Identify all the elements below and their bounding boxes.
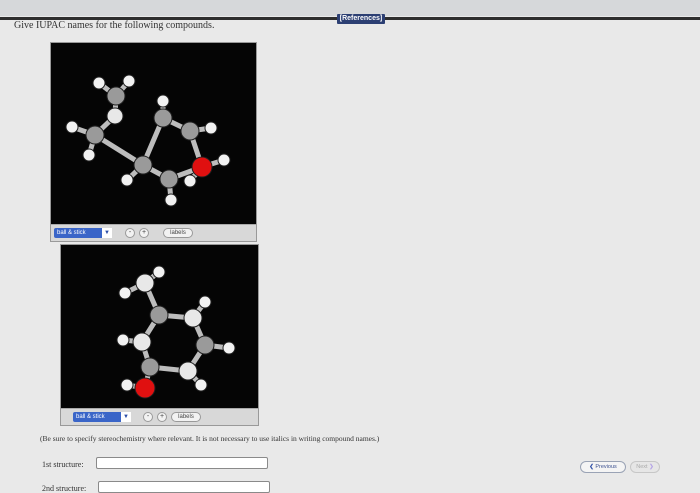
next-label: Next (636, 464, 648, 470)
chevron-down-icon: ▼ (102, 228, 112, 238)
previous-button[interactable]: ❮ Previous (580, 461, 626, 473)
molecule-2-model[interactable] (61, 245, 258, 407)
previous-label: Previous (595, 464, 617, 470)
viewer-2-zoom-out-button[interactable]: - (143, 412, 153, 422)
second-structure-input[interactable] (98, 481, 270, 493)
viewer-2-labels-button[interactable]: labels (171, 412, 201, 422)
molecule-viewer-1[interactable]: ball & stick ▼ - + labels (50, 42, 257, 242)
viewer-2-controls: ball & stick ▼ - + labels (61, 408, 258, 425)
viewer-1-mode-select[interactable]: ball & stick ▼ (54, 228, 112, 238)
viewer-1-mode-label: ball & stick (57, 230, 86, 236)
molecule-1-model[interactable] (51, 43, 256, 223)
molecule-viewer-2[interactable]: ball & stick ▼ - + labels (60, 244, 259, 426)
viewer-1-zoom-out-button[interactable]: - (125, 228, 135, 238)
viewer-2-mode-label: ball & stick (76, 414, 105, 420)
instructions-note: (Be sure to specify stereochemistry wher… (40, 434, 380, 443)
question-prompt: Give IUPAC names for the following compo… (14, 20, 215, 31)
chevron-left-icon: ❮ (589, 464, 594, 470)
next-button[interactable]: Next ❯ (630, 461, 660, 473)
viewer-1-controls: ball & stick ▼ - + labels (51, 224, 256, 241)
viewer-2-mode-select[interactable]: ball & stick ▼ (73, 412, 131, 422)
first-structure-input[interactable] (96, 457, 268, 469)
chevron-right-icon: ❯ (649, 464, 654, 470)
references-button[interactable]: [References] (337, 14, 385, 24)
second-structure-label: 2nd structure: (42, 484, 87, 493)
viewer-1-zoom-in-button[interactable]: + (139, 228, 149, 238)
chevron-down-icon: ▼ (121, 412, 131, 422)
first-structure-label: 1st structure: (42, 460, 84, 469)
viewer-1-labels-button[interactable]: labels (163, 228, 193, 238)
viewer-2-zoom-in-button[interactable]: + (157, 412, 167, 422)
